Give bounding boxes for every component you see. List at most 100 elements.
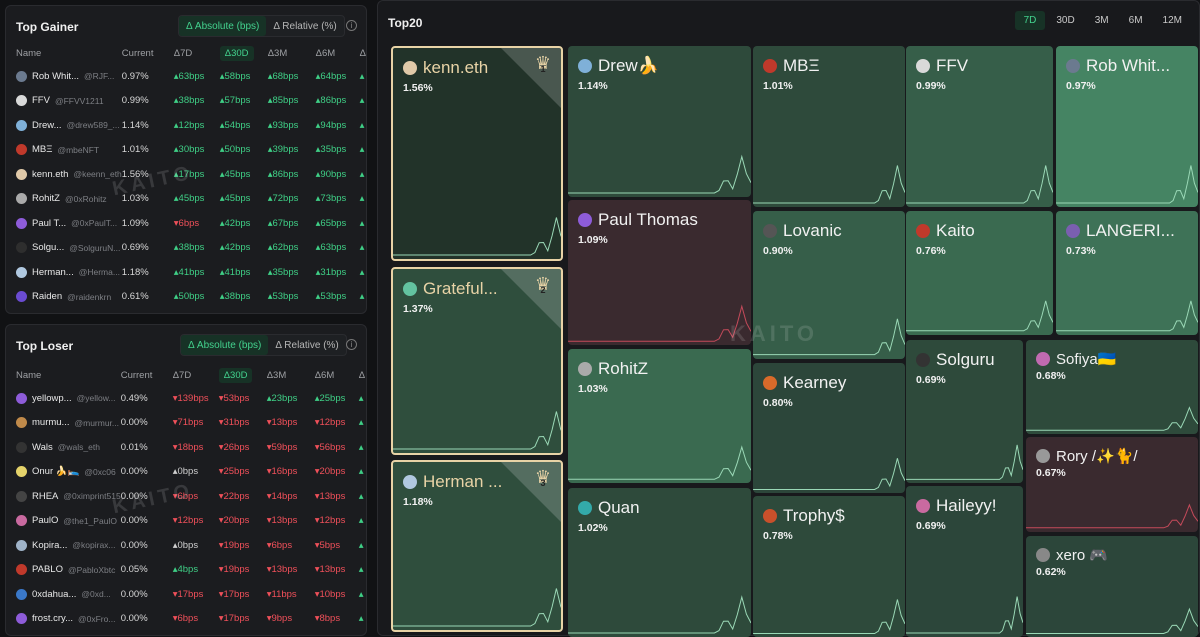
col-d30[interactable]: Δ30D xyxy=(219,42,268,64)
table-row[interactable]: Paul T... @0xPaulT... 1.09% ▾6bps ▴42bps ▴67b… xyxy=(6,211,366,236)
table-row[interactable]: PABLO @PabloXbtc 0.05% ▴4bps ▾19bps ▾13bps ▾13… xyxy=(6,558,366,583)
avatar xyxy=(1036,548,1050,562)
col-name[interactable]: Name xyxy=(6,42,122,64)
treemap-cell[interactable]: Haileyy! 0.69% xyxy=(906,486,1023,637)
delta-d7: ▴50bps xyxy=(174,285,220,310)
col-name[interactable]: Name xyxy=(6,364,121,386)
treemap-cell[interactable]: Kearney 0.80% xyxy=(753,363,905,493)
user-name[interactable]: Kopira... xyxy=(32,540,67,551)
user-name[interactable]: 0xdahua... xyxy=(32,589,76,600)
table-row[interactable]: Raiden @raidenkrn 0.61% ▴50bps ▴38bps ▴53bps ▴… xyxy=(6,285,366,310)
col-m6[interactable]: Δ6M xyxy=(315,364,359,386)
delta-d30: ▾19bps xyxy=(219,558,267,583)
treemap-cell[interactable]: FFV 0.99% xyxy=(906,46,1053,207)
user-name[interactable]: RohitZ xyxy=(32,193,60,204)
user-name[interactable]: PABLO xyxy=(32,564,63,575)
table-row[interactable]: frost.cry... @0xFro... 0.00% ▾6bps ▾17bps ▾9b… xyxy=(6,607,366,632)
table-row[interactable]: FFV @FFVV1211 0.99% ▴38bps ▴57bps ▴85bps ▴86bp… xyxy=(6,89,366,114)
table-row[interactable]: Wals @wals_eth 0.01% ▾18bps ▾26bps ▾59bps ▾56b… xyxy=(6,435,366,460)
loser-mode-toggle[interactable]: Δ Absolute (bps) Δ Relative (%) xyxy=(180,334,347,356)
treemap-cell[interactable]: Drew🍌 1.14% xyxy=(568,46,751,197)
user-name[interactable]: Solgu... xyxy=(32,242,64,253)
table-row[interactable]: PaulO @the1_PaulO 0.00% ▾12bps ▾20bps ▾13bps ▾… xyxy=(6,509,366,534)
delta-m6: ▴25bps xyxy=(315,386,359,411)
crown-icon: ♛ 2 xyxy=(531,273,555,295)
col-more[interactable]: Δ xyxy=(359,364,366,386)
table-row[interactable]: Kopira... @kopirax... 0.00% ▴0bps ▾19bps ▾6bp… xyxy=(6,533,366,558)
user-name[interactable]: Wals xyxy=(32,442,53,453)
user-name[interactable]: PaulO xyxy=(32,515,58,526)
delta-value: 0bps xyxy=(177,539,199,551)
treemap-cell[interactable]: RohitZ 1.03% xyxy=(568,349,751,483)
gainer-relative-option[interactable]: Δ Relative (%) xyxy=(266,16,343,36)
col-current[interactable]: Current xyxy=(122,42,174,64)
table-row[interactable]: murmu... @murmur... 0.00% ▾71bps ▾31bps ▾13bp… xyxy=(6,411,366,436)
tab-12m[interactable]: 12M xyxy=(1154,11,1191,30)
treemap-cell[interactable]: Kaito 0.76% xyxy=(906,211,1053,335)
gainer-mode-toggle[interactable]: Δ Absolute (bps) Δ Relative (%) xyxy=(178,15,345,37)
treemap-cell[interactable]: LANGERI... 0.73% xyxy=(1056,211,1198,335)
loser-absolute-option[interactable]: Δ Absolute (bps) xyxy=(181,335,269,355)
table-row[interactable]: Rob Whit... @RJF... 0.97% ▴63bps ▴58bps ▴68bp… xyxy=(6,64,366,89)
treemap-cell[interactable]: Grateful... 1.37% ♛ 2 xyxy=(391,267,563,455)
delta-value: 25bps xyxy=(319,392,346,404)
user-name[interactable]: Raiden xyxy=(32,291,62,302)
col-m3[interactable]: Δ3M xyxy=(267,364,315,386)
user-name[interactable]: frost.cry... xyxy=(32,613,73,624)
table-row[interactable]: yellowp... @yellow... 0.49% ▾139bps ▾53bps ▴2… xyxy=(6,386,366,411)
col-m6[interactable]: Δ6M xyxy=(316,42,360,64)
avatar xyxy=(916,353,930,367)
table-row[interactable]: kenn.eth @keenn_eth 1.56% ▴17bps ▴45bps ▴86bp… xyxy=(6,162,366,187)
user-name[interactable]: Paul T... xyxy=(32,218,66,229)
user-name[interactable]: Drew... xyxy=(32,120,62,131)
table-row[interactable]: Drew... @drew589_... 1.14% ▴12bps ▴54bps ▴93b… xyxy=(6,113,366,138)
user-handle: @murmur... xyxy=(74,417,120,428)
treemap-cell[interactable]: Rob Whit... 0.97% xyxy=(1056,46,1198,207)
gainer-absolute-option[interactable]: Δ Absolute (bps) xyxy=(179,16,267,36)
delta-m6: ▴53bps xyxy=(316,285,360,310)
user-name[interactable]: murmu... xyxy=(32,417,69,428)
table-row[interactable]: RHEA @0ximprint515 0.00% ▾6bps ▾22bps ▾14bps ▾… xyxy=(6,484,366,509)
loser-info-icon[interactable]: i xyxy=(346,339,357,350)
table-row[interactable]: Herman... @Herma... 1.18% ▴41bps ▴41bps ▴35bp… xyxy=(6,260,366,285)
user-name[interactable]: Rob Whit... xyxy=(32,71,79,82)
tab-30d[interactable]: 30D xyxy=(1047,11,1083,30)
treemap-cell[interactable]: Quan 1.02% xyxy=(568,488,751,637)
col-more[interactable]: Δ xyxy=(360,42,366,64)
user-name[interactable]: RHEA xyxy=(32,491,58,502)
tab-7d[interactable]: 7D xyxy=(1014,11,1046,30)
treemap-cell[interactable]: Lovanic 0.90% xyxy=(753,211,905,359)
user-name[interactable]: kenn.eth xyxy=(32,169,68,180)
user-name[interactable]: FFV xyxy=(32,95,50,106)
treemap-cell[interactable]: Sofiya🇺🇦 0.68% xyxy=(1026,340,1198,434)
user-name[interactable]: Onur 🍌🛌 xyxy=(32,466,79,477)
col-m3[interactable]: Δ3M xyxy=(268,42,316,64)
sparkline xyxy=(753,457,905,490)
col-d7[interactable]: Δ7D xyxy=(173,364,219,386)
avatar xyxy=(916,499,930,513)
table-row[interactable]: Onur 🍌🛌 @0xc06 0.00% ▴0bps ▾25bps ▾16bps ▾20bp… xyxy=(6,460,366,485)
user-name[interactable]: MBΞ xyxy=(32,144,52,155)
table-row[interactable]: RohitZ @0xRohitz 1.03% ▴45bps ▴45bps ▴72bps ▴7… xyxy=(6,187,366,212)
table-row[interactable]: Solgu... @SolguruN... 0.69% ▴38bps ▴42bps ▴62… xyxy=(6,236,366,261)
treemap-cell[interactable]: Herman ... 1.18% ♛ 3 xyxy=(391,460,563,632)
table-row[interactable]: MBΞ @mbeNFT 1.01% ▴30bps ▴50bps ▴39bps ▴35bps ▴ xyxy=(6,138,366,163)
treemap-cell[interactable]: kenn.eth 1.56% ♛ 1 xyxy=(391,46,563,261)
treemap-cell[interactable]: xero 🎮 0.62% xyxy=(1026,536,1198,637)
treemap-cell[interactable]: Paul Thomas 1.09% xyxy=(568,200,751,345)
treemap-cell[interactable]: Trophy$ 0.78% xyxy=(753,496,905,637)
loser-relative-option[interactable]: Δ Relative (%) xyxy=(268,335,345,355)
tab-3m[interactable]: 3M xyxy=(1086,11,1118,30)
user-name[interactable]: Herman... xyxy=(32,267,74,278)
gainer-info-icon[interactable]: i xyxy=(346,20,357,31)
cell-name: FFV xyxy=(936,56,969,75)
col-d30[interactable]: Δ30D xyxy=(218,364,267,386)
tab-6m[interactable]: 6M xyxy=(1120,11,1152,30)
treemap-cell[interactable]: MBΞ 1.01% xyxy=(753,46,905,207)
col-current[interactable]: Current xyxy=(121,364,173,386)
treemap-cell[interactable]: Rory /✨🐈/ 0.67% xyxy=(1026,437,1198,532)
table-row[interactable]: 0xdahua... @0xd... 0.00% ▾17bps ▾17bps ▾11bps… xyxy=(6,582,366,607)
user-name[interactable]: yellowp... xyxy=(32,393,72,404)
col-d7[interactable]: Δ7D xyxy=(174,42,220,64)
treemap-cell[interactable]: Solguru 0.69% xyxy=(906,340,1023,483)
